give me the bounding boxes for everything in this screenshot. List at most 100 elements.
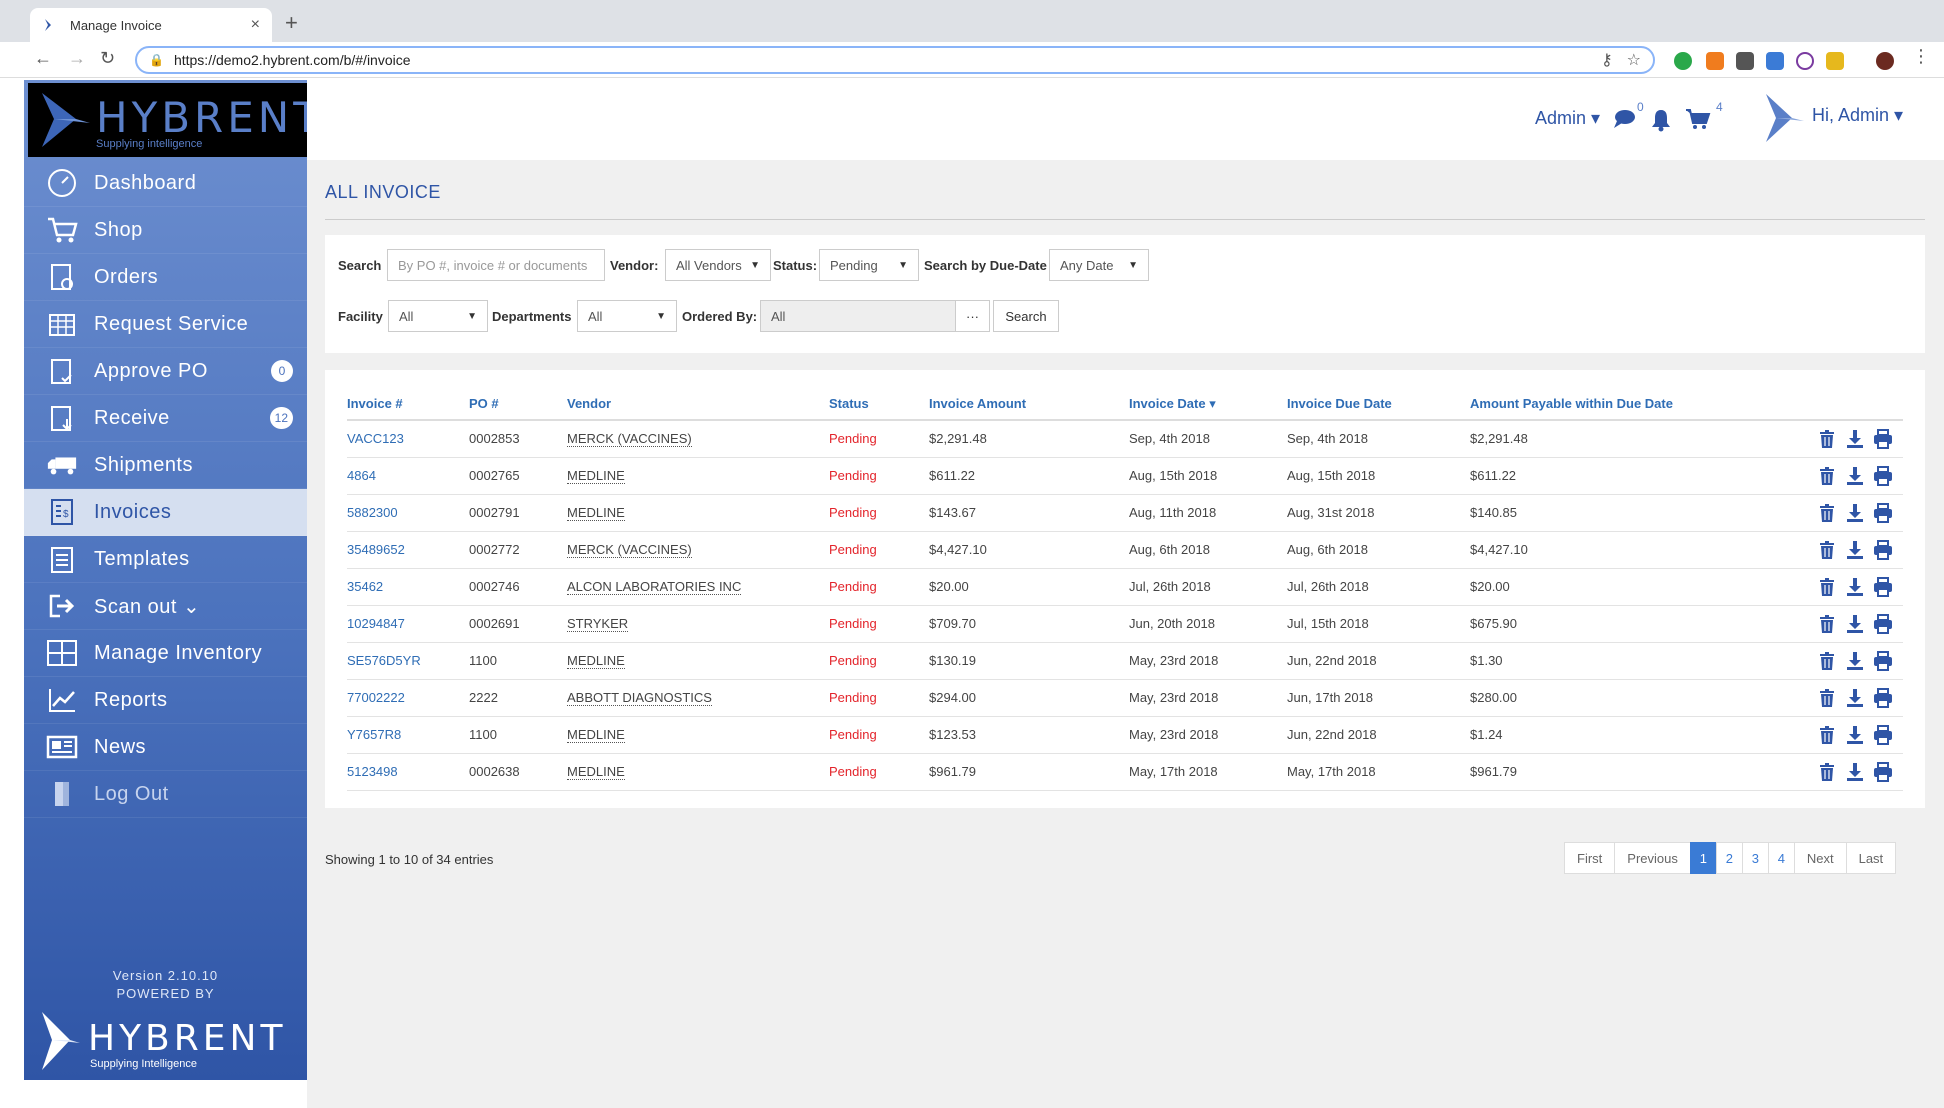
browser-menu-icon[interactable]: ⋮: [1912, 46, 1930, 67]
vendor-name[interactable]: MERCK (VACCINES): [567, 431, 692, 448]
col-amount-payable[interactable]: Amount Payable within Due Date: [1470, 388, 1770, 421]
download-icon[interactable]: [1845, 577, 1865, 597]
sidebar-item-receive[interactable]: Receive 12: [24, 395, 307, 442]
admin-dropdown[interactable]: Admin ▾: [1535, 108, 1600, 129]
chat-icon[interactable]: [1612, 108, 1636, 136]
trash-icon[interactable]: [1817, 429, 1837, 449]
last-page-button[interactable]: Last: [1845, 842, 1897, 874]
extension-shield-icon[interactable]: [1736, 52, 1754, 70]
print-icon[interactable]: [1873, 650, 1893, 671]
invoice-number-link[interactable]: 35462: [347, 568, 469, 606]
search-button[interactable]: Search: [993, 300, 1059, 332]
download-icon[interactable]: [1845, 762, 1865, 782]
download-icon[interactable]: [1845, 614, 1865, 634]
vendor-name[interactable]: ABBOTT DIAGNOSTICS: [567, 690, 712, 706]
col-invoice-amount[interactable]: Invoice Amount: [929, 388, 1129, 421]
print-icon[interactable]: [1873, 576, 1893, 597]
invoice-number-link[interactable]: SE576D5YR: [347, 642, 469, 680]
page-1-button[interactable]: 1: [1689, 842, 1717, 874]
sidebar-item-scan-out[interactable]: Scan out ⌄: [24, 583, 307, 630]
print-icon[interactable]: [1873, 724, 1893, 745]
trash-icon[interactable]: [1817, 651, 1837, 671]
forward-icon[interactable]: →: [68, 48, 86, 69]
extension-grammarly-icon[interactable]: [1674, 52, 1692, 70]
sidebar-item-log-out[interactable]: Log Out: [24, 771, 307, 818]
search-input[interactable]: By PO #, invoice # or documents: [387, 249, 605, 281]
trash-icon[interactable]: [1817, 762, 1837, 782]
invoice-number-link[interactable]: 10294847: [347, 605, 469, 643]
col-vendor[interactable]: Vendor: [567, 388, 829, 421]
brand-logo-top[interactable]: HYBRENT Supplying intelligence: [28, 83, 319, 157]
facility-select[interactable]: All ▼: [388, 300, 488, 332]
extension-orange-icon[interactable]: [1706, 52, 1724, 70]
print-icon[interactable]: [1873, 613, 1893, 634]
extension-calendar-icon[interactable]: [1766, 52, 1784, 70]
url-omnibox[interactable]: 🔒 https://demo2.hybrent.com/b/#/invoice …: [135, 46, 1655, 74]
next-page-button[interactable]: Next: [1793, 842, 1847, 874]
back-icon[interactable]: ←: [34, 48, 52, 69]
trash-icon[interactable]: [1817, 466, 1837, 486]
vendor-name[interactable]: MEDLINE: [567, 727, 625, 743]
invoice-number-link[interactable]: 5882300: [347, 494, 469, 532]
user-greeting-dropdown[interactable]: Hi, Admin ▾: [1812, 105, 1903, 126]
sidebar-item-templates[interactable]: Templates: [24, 536, 307, 583]
download-icon[interactable]: [1845, 725, 1865, 745]
col-invoice-date[interactable]: Invoice Date ▾: [1129, 388, 1287, 421]
departments-select[interactable]: All ▼: [577, 300, 677, 332]
sidebar-item-manage-inventory[interactable]: Manage Inventory: [24, 630, 307, 677]
reload-icon[interactable]: ↻: [100, 48, 115, 69]
trash-icon[interactable]: [1817, 725, 1837, 745]
sidebar-item-shipments[interactable]: Shipments: [24, 442, 307, 489]
print-icon[interactable]: [1873, 428, 1893, 449]
vendor-name[interactable]: MEDLINE: [567, 653, 625, 669]
bookmark-star-icon[interactable]: ☆: [1627, 50, 1641, 70]
sidebar-item-reports[interactable]: Reports: [24, 677, 307, 724]
download-icon[interactable]: [1845, 429, 1865, 449]
invoice-number-link[interactable]: 35489652: [347, 531, 469, 569]
ordered-by-picker-button[interactable]: ···: [955, 300, 990, 332]
first-page-button[interactable]: First: [1564, 842, 1616, 874]
page-3-button[interactable]: 3: [1741, 842, 1769, 874]
status-select[interactable]: Pending ▼: [819, 249, 919, 281]
trash-icon[interactable]: [1817, 688, 1837, 708]
vendor-name[interactable]: STRYKER: [567, 616, 629, 632]
bell-icon[interactable]: [1650, 108, 1672, 138]
page-4-button[interactable]: 4: [1767, 842, 1795, 874]
trash-icon[interactable]: [1817, 614, 1837, 634]
invoice-number-link[interactable]: 77002222: [347, 679, 469, 717]
print-icon[interactable]: [1873, 465, 1893, 486]
vendor-select[interactable]: All Vendors ▼: [665, 249, 771, 281]
extension-block-icon[interactable]: [1796, 52, 1814, 70]
download-icon[interactable]: [1845, 503, 1865, 523]
profile-avatar[interactable]: [1876, 52, 1894, 70]
new-tab-icon[interactable]: +: [285, 10, 298, 36]
sidebar-item-orders[interactable]: Orders: [24, 254, 307, 301]
sidebar-item-request-service[interactable]: Request Service: [24, 301, 307, 348]
sidebar-item-approve-po[interactable]: Approve PO 0: [24, 348, 307, 395]
sidebar-item-dashboard[interactable]: Dashboard: [24, 160, 307, 207]
invoice-number-link[interactable]: Y7657R8: [347, 716, 469, 754]
print-icon[interactable]: [1873, 761, 1893, 782]
vendor-name[interactable]: ALCON LABORATORIES INC: [567, 579, 742, 595]
download-icon[interactable]: [1845, 540, 1865, 560]
trash-icon[interactable]: [1817, 577, 1837, 597]
invoice-number-link[interactable]: 4864: [347, 457, 469, 495]
sidebar-item-invoices[interactable]: $ Invoices: [24, 489, 307, 536]
vendor-name[interactable]: MERCK (VACCINES): [567, 542, 692, 558]
print-icon[interactable]: [1873, 687, 1893, 708]
page-2-button[interactable]: 2: [1715, 842, 1743, 874]
col-invoice-due-date[interactable]: Invoice Due Date: [1287, 388, 1470, 421]
col-po-number[interactable]: PO #: [469, 388, 567, 421]
download-icon[interactable]: [1845, 651, 1865, 671]
download-icon[interactable]: [1845, 688, 1865, 708]
vendor-name[interactable]: MEDLINE: [567, 505, 625, 521]
col-status[interactable]: Status: [829, 388, 929, 421]
sidebar-item-news[interactable]: News: [24, 724, 307, 771]
key-icon[interactable]: ⚷: [1601, 50, 1613, 70]
trash-icon[interactable]: [1817, 503, 1837, 523]
browser-tab[interactable]: Manage Invoice ×: [30, 8, 272, 42]
trash-icon[interactable]: [1817, 540, 1837, 560]
print-icon[interactable]: [1873, 539, 1893, 560]
extension-yellow-icon[interactable]: [1826, 52, 1844, 70]
ordered-by-input[interactable]: All: [760, 300, 956, 332]
